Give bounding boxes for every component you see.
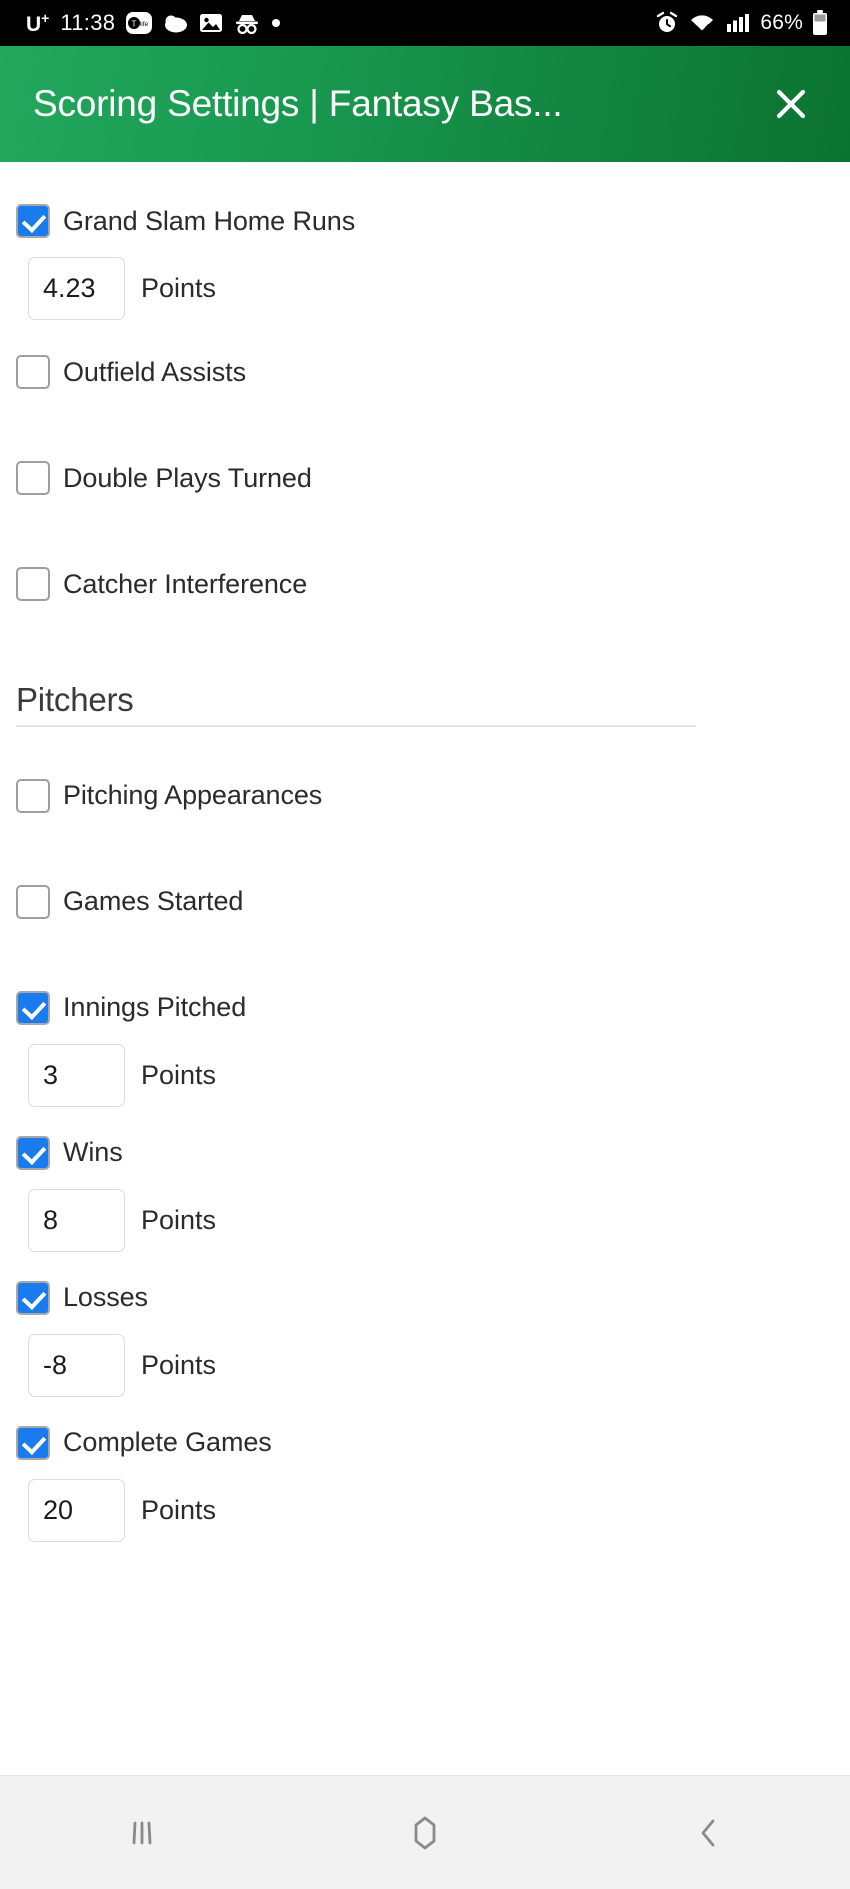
setting-row-games-started[interactable]: Games Started xyxy=(16,881,834,923)
android-navigation-bar xyxy=(0,1775,850,1889)
points-unit-label: Points xyxy=(141,1494,217,1525)
carrier-label: U+ xyxy=(26,10,50,36)
gallery-image-icon xyxy=(199,12,223,34)
points-row-complete-games[interactable]: Points xyxy=(16,1478,834,1542)
section-header-pitchers: Pitchers xyxy=(16,681,834,727)
dot-icon xyxy=(271,18,281,28)
phone-screen: U+ 11:38 Tlife 66% Scoring Settings | Fa… xyxy=(0,0,850,1889)
checkbox-double-plays-turned[interactable] xyxy=(16,461,50,495)
points-row-grand-slam-home-runs[interactable]: Points xyxy=(16,257,834,320)
setting-label: Grand Slam Home Runs xyxy=(63,205,356,236)
recents-button[interactable] xyxy=(67,1776,217,1889)
setting-row-wins[interactable]: Wins xyxy=(16,1132,834,1174)
points-row-innings-pitched[interactable]: Points xyxy=(16,1043,834,1107)
section-divider xyxy=(16,725,696,727)
setting-row-pitching-appearances[interactable]: Pitching Appearances xyxy=(16,775,834,817)
points-unit-label: Points xyxy=(141,1059,217,1090)
back-button[interactable] xyxy=(633,1776,783,1889)
checkbox-complete-games[interactable] xyxy=(16,1425,50,1460)
points-input-losses[interactable] xyxy=(28,1333,125,1397)
status-bar-right: 66% xyxy=(655,10,828,36)
setting-row-grand-slam-home-runs[interactable]: Grand Slam Home Runs xyxy=(16,200,834,242)
setting-row-catcher-interference[interactable]: Catcher Interference xyxy=(16,563,834,605)
points-unit-label: Points xyxy=(141,1204,217,1235)
points-unit-label: Points xyxy=(141,273,217,303)
points-unit-label: Points xyxy=(141,1349,217,1380)
setting-label: Complete Games xyxy=(63,1427,272,1457)
section-title: Pitchers xyxy=(16,681,134,718)
alarm-icon xyxy=(655,11,679,35)
home-icon xyxy=(414,1816,436,1849)
status-bar: U+ 11:38 Tlife 66% xyxy=(0,0,850,46)
checkbox-wins[interactable] xyxy=(16,1135,50,1170)
incognito-icon xyxy=(234,12,260,34)
setting-label: Innings Pitched xyxy=(63,992,247,1022)
setting-row-double-plays-turned[interactable]: Double Plays Turned xyxy=(16,457,834,499)
checkbox-losses[interactable] xyxy=(16,1280,50,1315)
setting-label: Losses xyxy=(63,1282,148,1312)
status-bar-clock: 11:38 xyxy=(60,10,116,35)
setting-label: Pitching Appearances xyxy=(63,780,323,810)
checkbox-catcher-interference[interactable] xyxy=(16,567,50,601)
battery-percent-label: 66% xyxy=(760,11,803,34)
setting-label: Double Plays Turned xyxy=(63,462,312,493)
checkbox-innings-pitched[interactable] xyxy=(16,990,50,1025)
svg-text:T: T xyxy=(132,20,137,29)
checkbox-pitching-appearances[interactable] xyxy=(16,778,50,813)
setting-label: Wins xyxy=(63,1137,123,1167)
setting-row-losses[interactable]: Losses xyxy=(16,1277,834,1319)
points-input-complete-games[interactable] xyxy=(28,1478,125,1542)
points-input-innings-pitched[interactable] xyxy=(28,1043,125,1107)
scoring-settings-list[interactable]: Grand Slam Home Runs Points Outfield Ass… xyxy=(0,162,850,1775)
cellular-signal-icon xyxy=(725,11,751,35)
page-title: Scoring Settings | Fantasy Bas... xyxy=(33,83,563,124)
svg-text:life: life xyxy=(140,21,149,28)
app-header-bar: Scoring Settings | Fantasy Bas... xyxy=(0,46,850,162)
recents-icon xyxy=(132,1821,152,1844)
checkbox-grand-slam-home-runs[interactable] xyxy=(16,204,50,238)
points-input-grand-slam-home-runs[interactable] xyxy=(28,257,125,320)
home-button[interactable] xyxy=(350,1776,500,1889)
setting-label: Outfield Assists xyxy=(63,356,246,387)
points-row-wins[interactable]: Points xyxy=(16,1188,834,1252)
points-row-losses[interactable]: Points xyxy=(16,1333,834,1397)
close-icon xyxy=(776,89,806,119)
checkbox-games-started[interactable] xyxy=(16,884,50,919)
cloud-icon xyxy=(163,13,188,33)
wifi-icon xyxy=(688,11,716,35)
checkbox-outfield-assists[interactable] xyxy=(16,355,50,389)
points-input-wins[interactable] xyxy=(28,1188,125,1252)
status-bar-left: U+ 11:38 Tlife xyxy=(26,10,281,36)
battery-icon xyxy=(812,10,828,36)
tmo-app-icon: Tlife xyxy=(126,12,153,34)
setting-label: Games Started xyxy=(63,886,244,916)
setting-row-outfield-assists[interactable]: Outfield Assists xyxy=(16,351,834,393)
setting-row-innings-pitched[interactable]: Innings Pitched xyxy=(16,987,834,1029)
setting-label: Catcher Interference xyxy=(63,568,308,599)
back-icon xyxy=(701,1819,715,1846)
close-button[interactable] xyxy=(762,75,820,133)
setting-row-complete-games[interactable]: Complete Games xyxy=(16,1422,834,1464)
